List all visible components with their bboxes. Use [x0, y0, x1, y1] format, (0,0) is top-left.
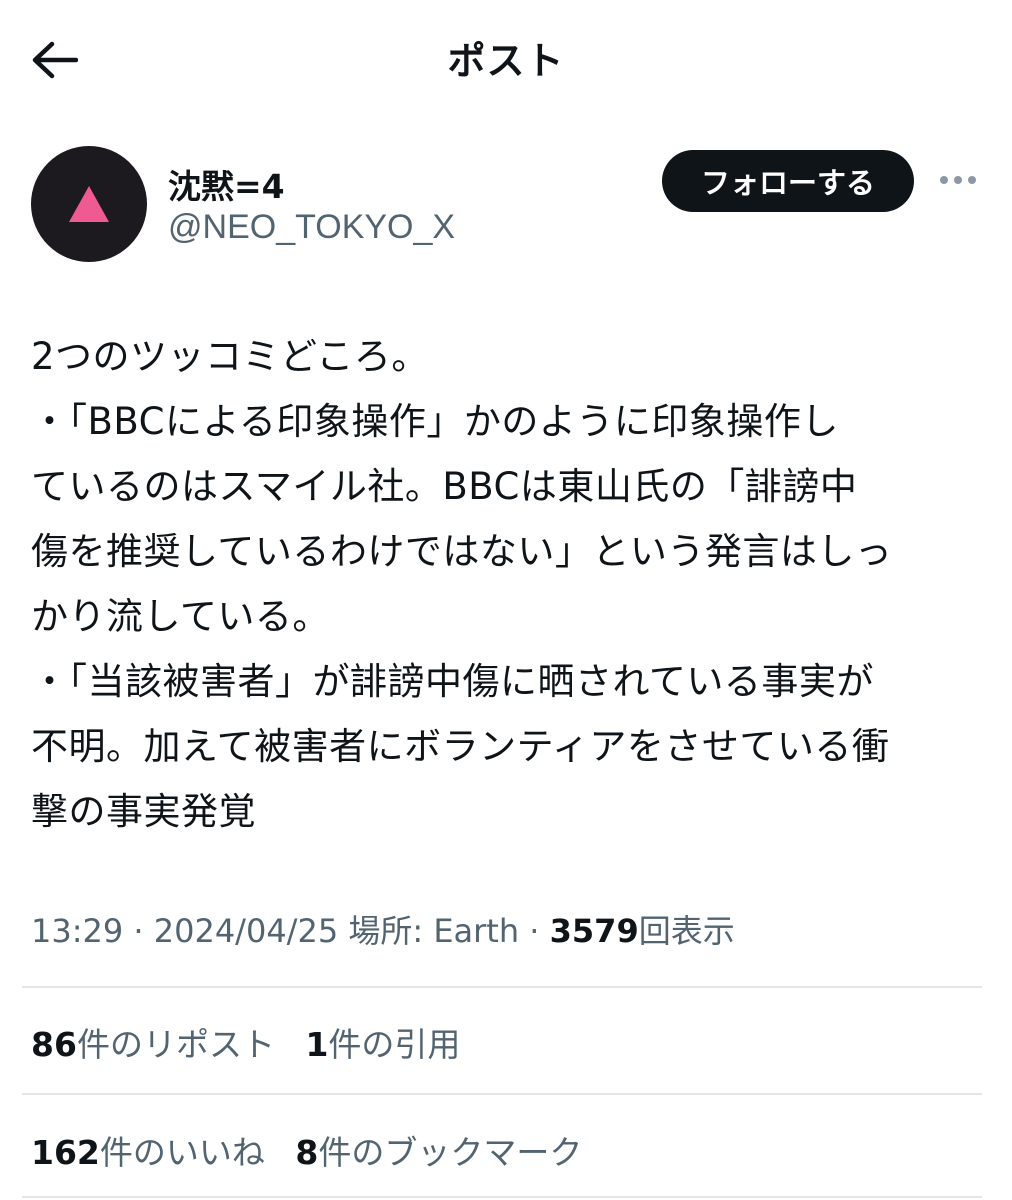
stats-row-reposts: 86件のリポスト 1件の引用	[31, 1018, 480, 1066]
meta-separator: ·	[529, 912, 540, 950]
likes-label: 件のいいね	[99, 1133, 265, 1172]
location: Earth	[433, 912, 520, 950]
post-time[interactable]: 13:29	[31, 912, 123, 950]
avatar[interactable]	[31, 146, 147, 262]
bookmarks-count: 8	[295, 1133, 319, 1172]
views-count[interactable]: 3579	[550, 912, 639, 950]
reposts-label: 件のリポスト	[76, 1025, 275, 1064]
post-line: 傷を推奨しているわけではない」という発言はしっ	[31, 530, 893, 573]
more-dots-icon	[954, 176, 962, 184]
divider	[22, 1093, 982, 1095]
stats-row-likes: 162件のいいね 8件のブックマーク	[31, 1126, 602, 1174]
likes-link[interactable]: 162件のいいね	[31, 1133, 265, 1172]
divider	[22, 986, 982, 988]
post-date[interactable]: 2024/04/25	[154, 912, 338, 950]
follow-button[interactable]: フォローする	[662, 150, 914, 212]
quotes-link[interactable]: 1件の引用	[305, 1025, 460, 1064]
post-line: ているのはスマイル社。BBCは東山氏の「誹謗中	[31, 465, 858, 508]
bookmarks-link[interactable]: 8件のブックマーク	[295, 1133, 582, 1172]
more-options-button[interactable]	[932, 160, 984, 200]
likes-count: 162	[31, 1133, 100, 1172]
post-line: かり流している。	[31, 595, 330, 638]
reposts-count: 86	[31, 1025, 77, 1064]
page-title: ポスト	[447, 39, 565, 83]
author-handle[interactable]: @NEO_TOKYO_X	[168, 208, 455, 247]
post-line: ・「当該被害者」が誹謗中傷に晒されている事実が	[31, 660, 874, 703]
location-label: 場所:	[348, 912, 424, 950]
top-bar: ポスト	[0, 0, 1012, 118]
more-dots-icon	[940, 176, 948, 184]
bookmarks-label: 件のブックマーク	[318, 1133, 583, 1172]
triangle-logo-icon	[69, 186, 109, 222]
quotes-label: 件の引用	[328, 1025, 461, 1064]
reposts-link[interactable]: 86件のリポスト	[31, 1025, 275, 1064]
post-line: ・「BBCによる印象操作」かのように印象操作し	[31, 400, 839, 443]
post-meta: 13:29 · 2024/04/25 場所: Earth · 3579回表示	[31, 906, 735, 952]
post-line: 撃の事実発覚	[31, 790, 256, 833]
post-line: 不明。加えて被害者にボランティアをさせている衝	[31, 725, 890, 768]
views-label[interactable]: 回表示	[639, 912, 735, 950]
author-name[interactable]: 沈黙=4	[168, 160, 285, 208]
post-text: 2つのツッコミどころ。 ・「BBCによる印象操作」かのように印象操作し ているの…	[31, 324, 991, 844]
meta-separator: ·	[133, 912, 144, 950]
more-dots-icon	[968, 176, 976, 184]
quotes-count: 1	[305, 1025, 329, 1064]
post-line: 2つのツッコミどころ。	[31, 335, 429, 378]
divider	[22, 1196, 982, 1198]
